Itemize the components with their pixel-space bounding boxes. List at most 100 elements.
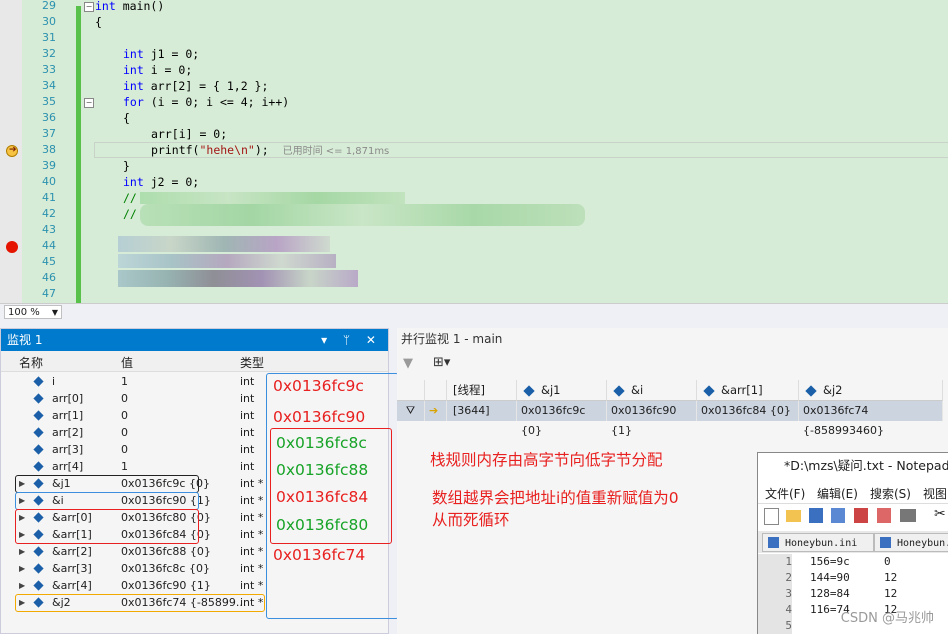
annotation-addr-j2: 0x0136fc74 xyxy=(273,546,366,564)
panel-window-controls-icon[interactable]: ▾ ᛘ ✕ xyxy=(321,329,382,351)
watch-value[interactable]: 0x0136fc88 {0} xyxy=(121,543,211,560)
filter-icon[interactable]: ▼ xyxy=(403,356,413,371)
code-line[interactable]: { xyxy=(95,14,102,30)
value-cell-i[interactable]: 0x0136fc90 {1} xyxy=(607,401,697,437)
menu-item-view[interactable]: 视图 xyxy=(923,485,947,502)
code-line[interactable]: { xyxy=(123,110,130,126)
column-header-arrow xyxy=(425,380,447,401)
redacted-region xyxy=(118,236,330,252)
table-view-icon[interactable]: ⊞▾ xyxy=(433,355,450,370)
watch-name[interactable]: arr[0] xyxy=(52,390,83,407)
print-icon[interactable] xyxy=(900,509,916,522)
watch-value[interactable]: 0 xyxy=(121,390,128,407)
save-icon[interactable] xyxy=(809,508,823,523)
code-line[interactable]: int j1 = 0; xyxy=(123,46,199,62)
watch-name[interactable]: arr[2] xyxy=(52,424,83,441)
watch-value[interactable]: 0 xyxy=(121,407,128,424)
notepad-title[interactable]: *D:\mzs\疑问.txt - Notepad+ xyxy=(758,453,948,479)
code-line[interactable]: int i = 0; xyxy=(123,62,192,78)
code-line[interactable]: int arr[2] = { 1,2 }; xyxy=(123,78,268,94)
line-number: 41 xyxy=(42,191,56,204)
open-file-icon[interactable] xyxy=(786,510,801,522)
annotation-addr-arr0: 0x0136fc80 xyxy=(276,516,369,534)
zoom-dropdown[interactable]: 100 % ▼ xyxy=(4,305,62,319)
parallel-watch-title[interactable]: 并行监视 1 - main xyxy=(397,328,502,350)
tab-file[interactable]: Honeybun. xyxy=(874,533,948,552)
code-line[interactable]: for (i = 0; i <= 4; i++) xyxy=(123,94,289,110)
watch-value[interactable]: 0 xyxy=(121,441,128,458)
line-number: 34 xyxy=(42,79,56,92)
value-cell-j1[interactable]: 0x0136fc9c {0} xyxy=(517,401,607,437)
file-tab-icon xyxy=(768,537,779,548)
column-header-arr1[interactable]: &arr[1] xyxy=(697,380,799,401)
watch-name[interactable]: i xyxy=(52,373,55,390)
watch-header: 名称 值 类型 xyxy=(1,351,388,372)
close-all-icon[interactable] xyxy=(877,508,891,523)
current-thread-arrow-icon: ➔ xyxy=(425,401,447,421)
notepad-line-value: 12 xyxy=(884,587,898,600)
save-all-icon[interactable] xyxy=(831,508,845,523)
column-header-j2[interactable]: &j2 xyxy=(799,380,943,401)
column-header-thread[interactable]: [线程] xyxy=(447,380,517,401)
line-number: 33 xyxy=(42,63,56,76)
fold-toggle-icon[interactable]: − xyxy=(84,98,94,108)
watch-name[interactable]: arr[1] xyxy=(52,407,83,424)
line-number: 42 xyxy=(42,207,56,220)
variable-icon xyxy=(523,385,535,397)
watch-name[interactable]: arr[3] xyxy=(52,441,83,458)
column-header-j1[interactable]: &j1 xyxy=(517,380,607,401)
code-line[interactable]: int j2 = 0; xyxy=(123,174,199,190)
column-header-i[interactable]: &i xyxy=(607,380,697,401)
highlight-box-arr xyxy=(15,509,199,544)
watch-name[interactable]: arr[4] xyxy=(52,458,83,475)
watch-panel-title[interactable]: 监视 1 ▾ ᛘ ✕ xyxy=(1,329,388,351)
watch-type: int * xyxy=(240,562,264,575)
breakpoint-icon[interactable] xyxy=(6,241,18,253)
watch-type: int xyxy=(240,409,255,422)
code-comment[interactable]: // xyxy=(123,190,137,206)
column-header-type[interactable]: 类型 xyxy=(240,354,264,371)
menu-item-file[interactable]: 文件(F) xyxy=(765,485,805,502)
watch-value[interactable]: 1 xyxy=(121,373,128,390)
code-editor[interactable]: 29 30 31 32 33 34 35 36 37 38 39 40 41 4… xyxy=(0,0,948,303)
watch-name[interactable]: &arr[4] xyxy=(52,577,92,594)
watch-type: int * xyxy=(240,477,264,490)
watch-value[interactable]: 0x0136fc90 {1} xyxy=(121,577,211,594)
watch-name[interactable]: &arr[3] xyxy=(52,560,92,577)
new-file-icon[interactable] xyxy=(764,508,779,525)
close-file-icon[interactable] xyxy=(854,508,868,523)
variable-icon xyxy=(33,546,44,557)
watch-name[interactable]: &arr[2] xyxy=(52,543,92,560)
watch-value[interactable]: 0 xyxy=(121,424,128,441)
editor-status-bar: 100 % ▼ xyxy=(0,303,948,322)
code-line[interactable]: } xyxy=(123,158,130,174)
menu-item-search[interactable]: 搜索(S) xyxy=(870,485,911,502)
code-line-current[interactable]: printf("hehe\n"); 已用时间 <= 1,871ms xyxy=(151,142,389,158)
value-cell-arr1[interactable]: 0x0136fc84 {0} xyxy=(697,401,799,421)
expand-arrow-icon[interactable]: ▶ xyxy=(19,560,25,577)
code-line[interactable]: int main() xyxy=(95,0,164,14)
watch-value[interactable]: 0x0136fc8c {0} xyxy=(121,560,210,577)
notepad-line[interactable]: 2 144=90 12 xyxy=(758,570,948,586)
code-comment[interactable]: // xyxy=(123,206,137,222)
annotation-overflow: 数组越界会把地址i的值重新赋值为0 xyxy=(432,489,679,507)
expand-arrow-icon[interactable]: ▶ xyxy=(19,577,25,594)
line-number: 31 xyxy=(42,31,56,44)
tab-file[interactable]: Honeybun.ini xyxy=(762,533,874,552)
notepad-line[interactable]: 3 128=84 12 xyxy=(758,586,948,602)
thread-cell[interactable]: [3644] xyxy=(447,401,517,421)
menu-item-edit[interactable]: 编辑(E) xyxy=(817,485,858,502)
notepad-tabs: Honeybun.ini Honeybun. xyxy=(758,531,948,553)
value-cell-j2[interactable]: 0x0136fc74 {-858993460} xyxy=(799,401,943,437)
expand-arrow-icon[interactable]: ▶ xyxy=(19,543,25,560)
breakpoint-current-icon[interactable]: ➔ xyxy=(6,145,18,157)
watch-value[interactable]: 1 xyxy=(121,458,128,475)
variable-icon xyxy=(33,427,44,438)
column-header-value[interactable]: 值 xyxy=(121,354,133,371)
cut-icon[interactable]: ✂ xyxy=(934,506,946,522)
code-line[interactable]: arr[i] = 0; xyxy=(151,126,227,142)
notepad-line[interactable]: 1 156=9c 0 xyxy=(758,554,948,570)
column-header-name[interactable]: 名称 xyxy=(19,354,43,371)
fold-toggle-icon[interactable]: − xyxy=(84,2,94,12)
flag-icon[interactable]: ⛛ xyxy=(397,401,425,421)
